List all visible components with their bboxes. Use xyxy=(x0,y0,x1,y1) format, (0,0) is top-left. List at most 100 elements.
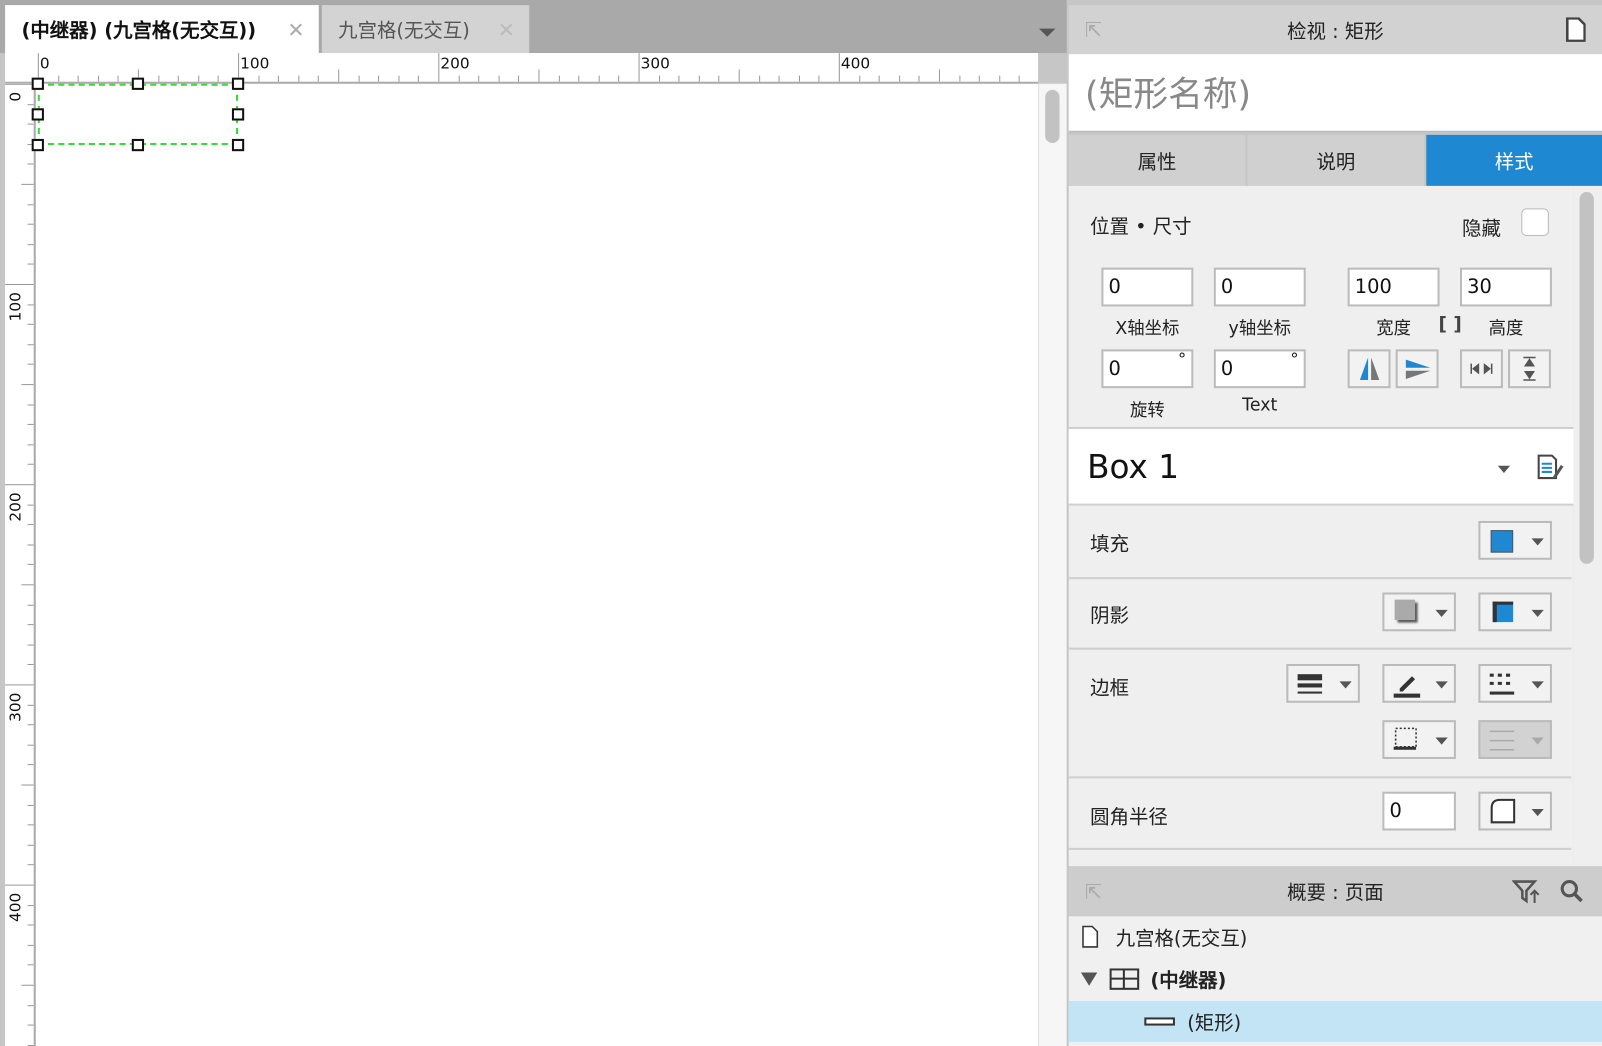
shape-name-input[interactable]: (矩形名称) xyxy=(1068,54,1602,133)
shadow-icon xyxy=(1394,599,1416,621)
selected-rectangle[interactable] xyxy=(37,83,239,146)
border-style-button[interactable] xyxy=(1478,663,1552,703)
tree-item-page[interactable]: 九宫格(无交互) xyxy=(1069,916,1602,957)
ruler-tick xyxy=(27,964,34,966)
resize-handle[interactable] xyxy=(131,138,145,152)
height-input[interactable]: 30 xyxy=(1460,267,1552,307)
ruler-tick xyxy=(338,69,340,82)
scrollbar-thumb[interactable] xyxy=(1579,192,1594,564)
undock-icon[interactable]: ⇱ xyxy=(1085,879,1102,904)
tab-repeater[interactable]: (中继器) (九宫格(无交互)) ✕ xyxy=(5,5,319,54)
flip-horizontal-button[interactable] xyxy=(1347,349,1391,389)
ruler-tick xyxy=(418,75,420,82)
tab-properties[interactable]: 属性 xyxy=(1068,134,1246,186)
width-input[interactable]: 100 xyxy=(1347,267,1440,307)
style-dropdown-icon[interactable] xyxy=(1497,465,1511,473)
y-input[interactable]: 0 xyxy=(1213,267,1306,307)
close-icon[interactable]: ✕ xyxy=(498,17,515,42)
resize-handle[interactable] xyxy=(231,138,245,152)
ruler-tick xyxy=(27,844,34,846)
search-icon[interactable] xyxy=(1559,878,1586,905)
arrow-style-icon xyxy=(1489,730,1515,751)
ruler-tick xyxy=(818,75,820,82)
ruler-tick xyxy=(27,464,34,466)
ruler-tick xyxy=(678,75,680,82)
page-icon[interactable] xyxy=(1565,17,1586,42)
tab-style[interactable]: 样式 xyxy=(1426,134,1602,186)
inner-shadow-button[interactable] xyxy=(1478,592,1552,632)
text-rotation-input[interactable]: 0 ° xyxy=(1213,349,1306,389)
ruler-tick xyxy=(27,624,34,626)
flip-vertical-button[interactable] xyxy=(1395,349,1439,389)
ruler-tick xyxy=(27,524,34,526)
corner-radius-input[interactable]: 0 xyxy=(1382,791,1456,831)
resize-handle[interactable] xyxy=(231,77,245,90)
distribute-horizontal-button[interactable] xyxy=(1460,349,1503,389)
ruler-tick xyxy=(738,69,740,82)
ruler-tick xyxy=(658,75,660,82)
border-label: 边框 xyxy=(1090,677,1129,700)
tabs-dropdown-icon[interactable] xyxy=(1039,28,1056,37)
ruler-tick xyxy=(838,53,840,82)
corner-visibility-button[interactable] xyxy=(1478,791,1552,831)
ruler-tick xyxy=(27,404,34,406)
style-selector[interactable]: Box 1 xyxy=(1068,426,1574,506)
tree-item-label: (中继器) xyxy=(1150,968,1227,992)
name-placeholder: (矩形名称) xyxy=(1085,74,1252,116)
expand-triangle-icon[interactable] xyxy=(1080,972,1098,986)
chevron-down-icon xyxy=(1435,737,1448,745)
ruler-tick xyxy=(798,75,800,82)
border-visibility-button[interactable] xyxy=(1382,720,1456,759)
ruler-tick xyxy=(57,75,59,82)
ruler-label: 0 xyxy=(39,54,50,73)
ruler-tick xyxy=(21,584,34,586)
close-icon[interactable]: ✕ xyxy=(287,17,304,42)
filter-icon[interactable] xyxy=(1512,878,1541,905)
ruler-tick xyxy=(27,604,34,606)
rotation-input[interactable]: 0 ° xyxy=(1101,349,1194,389)
hidden-checkbox[interactable] xyxy=(1521,208,1549,236)
x-label: X轴坐标 xyxy=(1115,318,1180,340)
x-input[interactable]: 0 xyxy=(1101,267,1194,307)
fill-swatch xyxy=(1490,530,1514,553)
ruler-tick xyxy=(97,75,99,82)
resize-handle[interactable] xyxy=(231,108,245,121)
border-color-button[interactable] xyxy=(1382,663,1456,703)
ruler-tick xyxy=(117,75,119,82)
ruler-tick xyxy=(5,283,34,285)
resize-handle[interactable] xyxy=(31,77,44,90)
edit-style-icon[interactable] xyxy=(1537,454,1566,483)
inspector-scrollbar[interactable] xyxy=(1573,185,1602,867)
lock-aspect-icon[interactable]: [ ] xyxy=(1439,314,1462,335)
distribute-vertical-button[interactable] xyxy=(1508,349,1551,389)
tree-item-label: (矩形) xyxy=(1187,1011,1242,1035)
ruler-tick xyxy=(898,75,900,82)
rectangle-icon xyxy=(1144,1017,1175,1026)
ruler-tick xyxy=(378,75,380,82)
arrow-style-button[interactable] xyxy=(1478,720,1552,759)
vertical-ruler: 0 100 200 300 400 xyxy=(5,83,36,1046)
tab-notes[interactable]: 说明 xyxy=(1247,134,1425,186)
outer-shadow-button[interactable] xyxy=(1382,592,1456,632)
ruler-tick xyxy=(27,704,34,706)
border-width-button[interactable] xyxy=(1286,663,1360,703)
undock-icon[interactable]: ⇱ xyxy=(1085,17,1102,42)
corner-radius-label: 圆角半径 xyxy=(1090,805,1168,829)
resize-handle[interactable] xyxy=(31,108,44,121)
tree-item-repeater[interactable]: (中继器) xyxy=(1069,958,1602,999)
scrollbar-thumb[interactable] xyxy=(1045,89,1060,144)
chevron-down-icon xyxy=(1531,538,1544,546)
canvas[interactable] xyxy=(5,53,1039,1046)
canvas-scrollbar[interactable] xyxy=(1038,83,1067,1046)
resize-handle[interactable] xyxy=(131,77,145,90)
ruler-tick xyxy=(5,684,34,686)
chevron-down-icon xyxy=(1435,681,1448,689)
resize-handle[interactable] xyxy=(31,138,44,152)
tab-label: 属性 xyxy=(1137,150,1177,174)
fill-color-button[interactable] xyxy=(1478,520,1552,560)
ruler-tick xyxy=(258,75,260,82)
ruler-tick xyxy=(27,824,34,826)
ruler-tick xyxy=(458,75,460,82)
tab-page[interactable]: 九宫格(无交互) ✕ xyxy=(321,5,530,54)
tree-item-rectangle[interactable]: (矩形) xyxy=(1068,1001,1602,1042)
